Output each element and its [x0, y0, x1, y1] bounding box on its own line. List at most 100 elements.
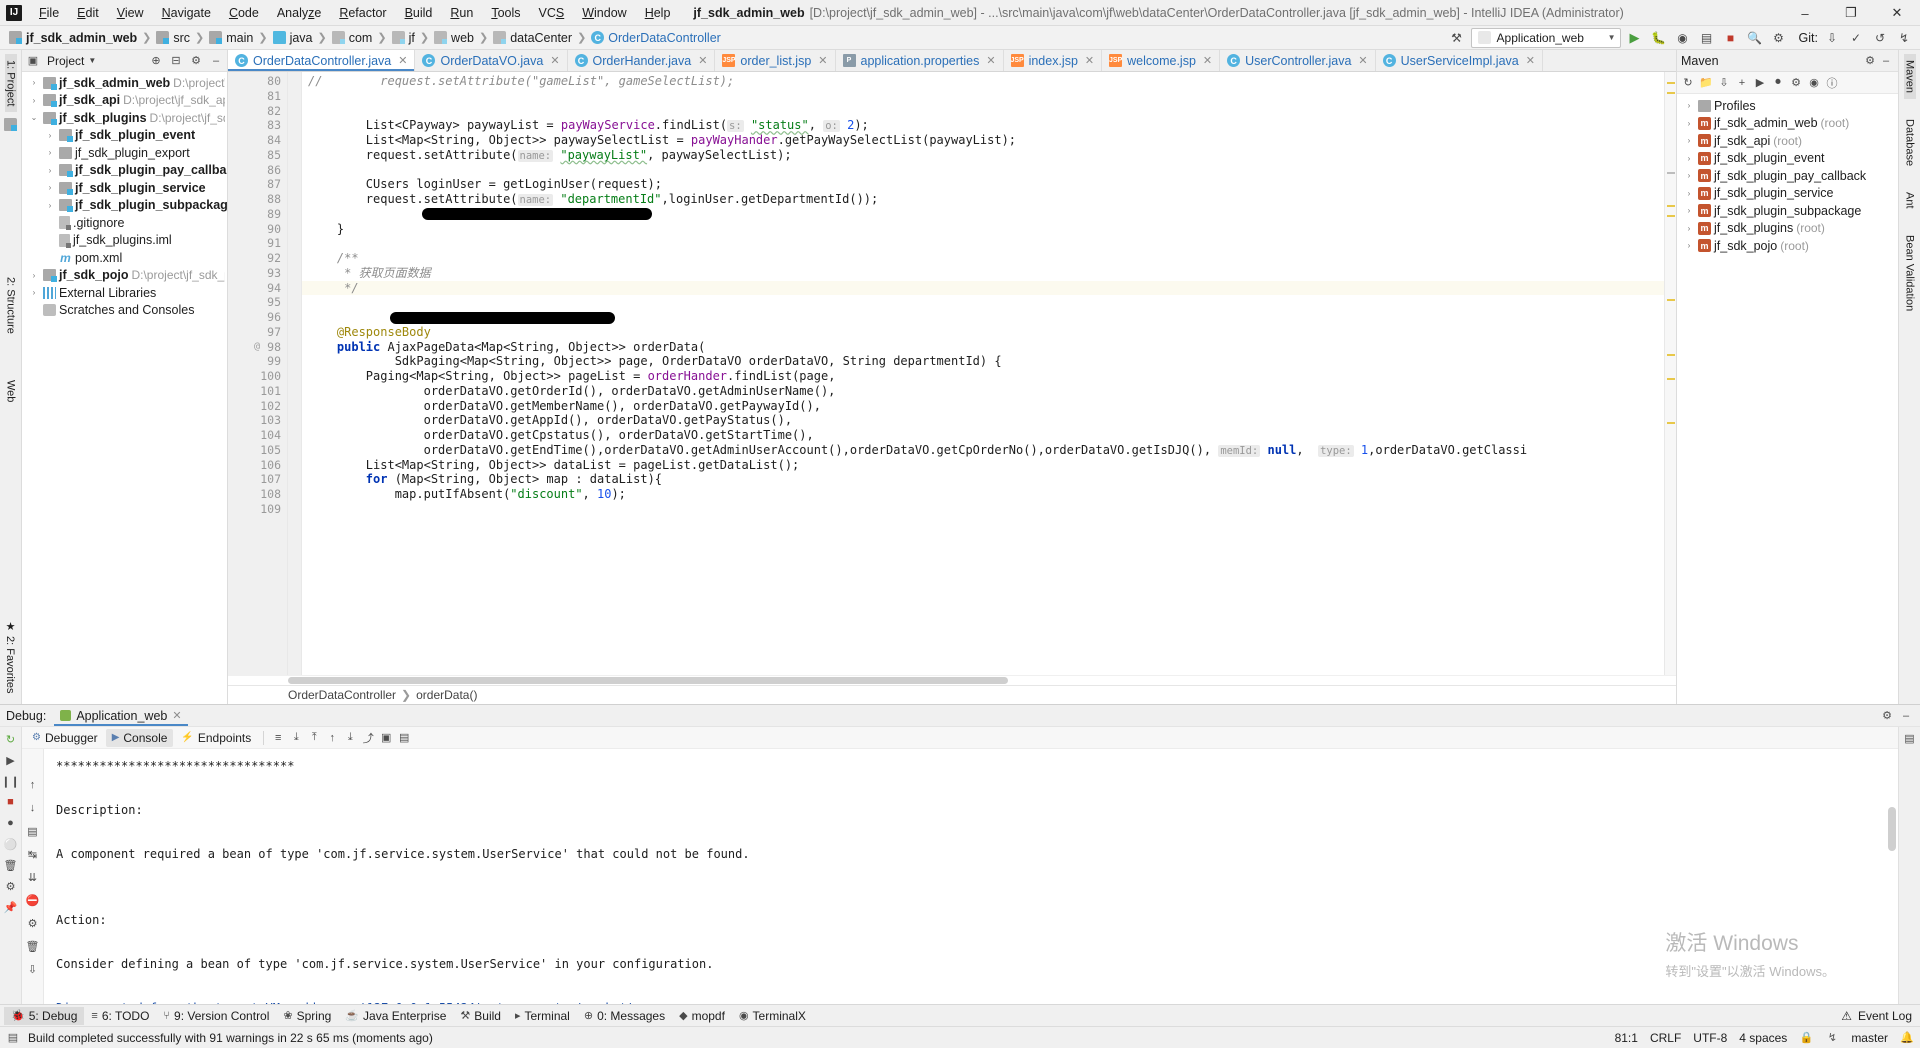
- editor-tab-application-properties[interactable]: Papplication.properties ✕: [835, 50, 1004, 71]
- maven-add-icon[interactable]: +: [1734, 75, 1750, 91]
- editor-marker-bar[interactable]: [1664, 72, 1676, 675]
- expand-arrow-icon[interactable]: ›: [28, 271, 40, 280]
- line-number[interactable]: 106: [228, 458, 287, 473]
- expand-all-icon[interactable]: ⊕: [148, 53, 164, 69]
- line-number[interactable]: 100: [228, 369, 287, 384]
- line-number[interactable]: 108: [228, 487, 287, 502]
- maven-project-item[interactable]: › jf_sdk_plugin_subpackage: [1677, 202, 1898, 220]
- maven-download-sources-icon[interactable]: ⇩: [1716, 75, 1732, 91]
- indent-setting[interactable]: 4 spaces: [1739, 1031, 1787, 1045]
- maven-profiles-node[interactable]: › Profiles: [1677, 97, 1898, 115]
- code-line[interactable]: request.setAttribute(name: "paywayList",…: [302, 148, 1664, 163]
- git-update-icon[interactable]: ⇩: [1822, 28, 1842, 48]
- editor-tab-order-list-jsp[interactable]: JSP order_list.jsp ✕: [715, 50, 836, 71]
- line-number[interactable]: 103: [228, 413, 287, 428]
- console-toolbar-icon-2[interactable]: ⤒: [306, 730, 322, 746]
- console-toolbar-icon-3[interactable]: ↑: [324, 730, 340, 746]
- project-tree-item[interactable]: › External Libraries: [22, 284, 227, 302]
- settings-gear-icon[interactable]: ⚙: [1769, 28, 1789, 48]
- git-branch-icon[interactable]: ↯: [1894, 28, 1914, 48]
- editor-tab-orderhander-java[interactable]: C OrderHander.java ✕: [567, 50, 716, 71]
- run-coverage-button[interactable]: ◉: [1673, 28, 1693, 48]
- console-layout-icon[interactable]: ▤: [1902, 730, 1918, 746]
- expand-arrow-icon[interactable]: ›: [28, 288, 40, 297]
- rerun-icon[interactable]: ↻: [3, 731, 19, 747]
- project-tree[interactable]: › jf_sdk_admin_webD:\project\jf › jf_sdk_ap…: [22, 72, 227, 704]
- close-button[interactable]: ✕: [1874, 0, 1920, 26]
- bottom-tab-0--messages[interactable]: ⊕ 0: Messages: [577, 1007, 672, 1025]
- chevron-down-icon[interactable]: ▼: [88, 56, 96, 65]
- maven-skip-tests-icon[interactable]: ⏺: [1770, 75, 1786, 91]
- line-number[interactable]: 94: [228, 281, 287, 296]
- console-toolbar-icon-5[interactable]: ⤴: [360, 730, 376, 746]
- console-soft-wrap-icon[interactable]: ↹: [25, 846, 41, 862]
- breadcrumb-class[interactable]: OrderDataController: [288, 688, 396, 702]
- debug-tab-console[interactable]: ▶ Console: [105, 728, 174, 747]
- line-number[interactable]: 89: [228, 207, 287, 222]
- hide-panel-icon[interactable]: –: [208, 53, 224, 69]
- run-configuration-selector[interactable]: Application_web ▼: [1470, 27, 1621, 48]
- line-number[interactable]: 107: [228, 472, 287, 487]
- bottom-tab-mopdf[interactable]: ◆ mopdf: [672, 1007, 732, 1025]
- code-line[interactable]: map.putIfAbsent("discount", 10);: [302, 487, 1664, 502]
- menu-run[interactable]: Run: [441, 3, 482, 23]
- maven-hide-icon[interactable]: –: [1878, 53, 1894, 69]
- expand-arrow-icon[interactable]: ⌄: [28, 113, 40, 122]
- lock-icon[interactable]: 🔒: [1799, 1031, 1813, 1045]
- menu-refactor[interactable]: Refactor: [330, 3, 395, 23]
- console-trash-icon[interactable]: 🗑: [25, 938, 41, 954]
- tool-window-ant[interactable]: Ant: [1904, 186, 1916, 215]
- expand-arrow-icon[interactable]: ›: [1683, 154, 1695, 163]
- debug-tab-endpoints[interactable]: ⚡ Endpoints: [175, 729, 257, 747]
- line-number[interactable]: 96: [228, 310, 287, 325]
- line-number[interactable]: 97: [228, 325, 287, 340]
- close-icon[interactable]: ✕: [398, 54, 407, 67]
- editor-tab-orderdatacontroller-java[interactable]: C OrderDataController.java ✕: [228, 50, 416, 71]
- bottom-tab-terminal[interactable]: ▸ Terminal: [508, 1007, 577, 1025]
- pin-icon[interactable]: 📌: [3, 899, 19, 915]
- console-toolbar-icon-6[interactable]: ▣: [378, 730, 394, 746]
- debug-hide-icon[interactable]: –: [1898, 708, 1914, 724]
- breadcrumb-item-module[interactable]: jf_sdk_admin_web: [6, 30, 140, 46]
- search-everywhere-icon[interactable]: 🔍: [1745, 28, 1765, 48]
- maven-project-item[interactable]: › jf_sdk_plugin_service: [1677, 185, 1898, 203]
- branch-icon[interactable]: ↯: [1825, 1031, 1839, 1045]
- warning-marker[interactable]: [1667, 205, 1675, 207]
- bottom-tool-window-bar[interactable]: 🐞 5: Debug ≡ 6: TODO ⑂ 9: Version Control ❀ Spr…: [0, 1004, 1920, 1026]
- close-icon[interactable]: ✕: [1526, 54, 1535, 67]
- code-line[interactable]: List<Map<String, Object>> paywaySelectLi…: [302, 133, 1664, 148]
- bottom-tab-spring[interactable]: ❀ Spring: [276, 1007, 338, 1025]
- close-icon[interactable]: ✕: [818, 54, 827, 67]
- console-toolbar-icon-7[interactable]: ▤: [396, 730, 412, 746]
- line-number[interactable]: 109: [228, 502, 287, 517]
- project-tree-item[interactable]: › jf_sdk_admin_webD:\project\jf: [22, 74, 227, 92]
- line-separator[interactable]: CRLF: [1650, 1031, 1681, 1045]
- console-settings-icon[interactable]: ⚙: [25, 915, 41, 931]
- expand-arrow-icon[interactable]: ›: [1683, 224, 1695, 233]
- warning-marker[interactable]: [1667, 422, 1675, 424]
- line-number[interactable]: 85: [228, 148, 287, 163]
- menu-tools[interactable]: Tools: [482, 3, 529, 23]
- expand-arrow-icon[interactable]: ›: [44, 166, 56, 175]
- breadcrumb-item-web[interactable]: web: [431, 30, 477, 46]
- line-number[interactable]: @98: [228, 340, 287, 355]
- annotation-gutter-icon[interactable]: @: [254, 340, 260, 355]
- console-output[interactable]: ********************************* Descri…: [44, 749, 1898, 1004]
- maven-toggle-offline-icon[interactable]: ◉: [1806, 75, 1822, 91]
- view-breakpoints-icon[interactable]: ●: [3, 815, 19, 831]
- maven-add-project-icon[interactable]: 📁: [1698, 75, 1714, 91]
- project-tree-item[interactable]: ›mpom.xml: [22, 249, 227, 267]
- code-line[interactable]: orderDataVO.getEndTime(),orderDataVO.get…: [302, 443, 1664, 458]
- expand-arrow-icon[interactable]: ›: [28, 78, 40, 87]
- build-hammer-icon[interactable]: ⚒: [1447, 28, 1467, 48]
- code-line[interactable]: [302, 163, 1664, 178]
- source-code-text[interactable]: // request.setAttribute("gameList", game…: [302, 72, 1664, 675]
- line-number[interactable]: 101: [228, 384, 287, 399]
- close-icon[interactable]: ✕: [550, 54, 559, 67]
- bottom-tab-build[interactable]: ⚒ Build: [453, 1007, 508, 1025]
- menu-navigate[interactable]: Navigate: [153, 3, 220, 23]
- close-icon[interactable]: ✕: [1358, 54, 1367, 67]
- code-line[interactable]: // request.setAttribute("gameList", game…: [302, 74, 1664, 89]
- breadcrumb-item-class[interactable]: C OrderDataController: [588, 30, 724, 46]
- code-line[interactable]: public AjaxPageData<Map<String, Object>>…: [302, 340, 1664, 355]
